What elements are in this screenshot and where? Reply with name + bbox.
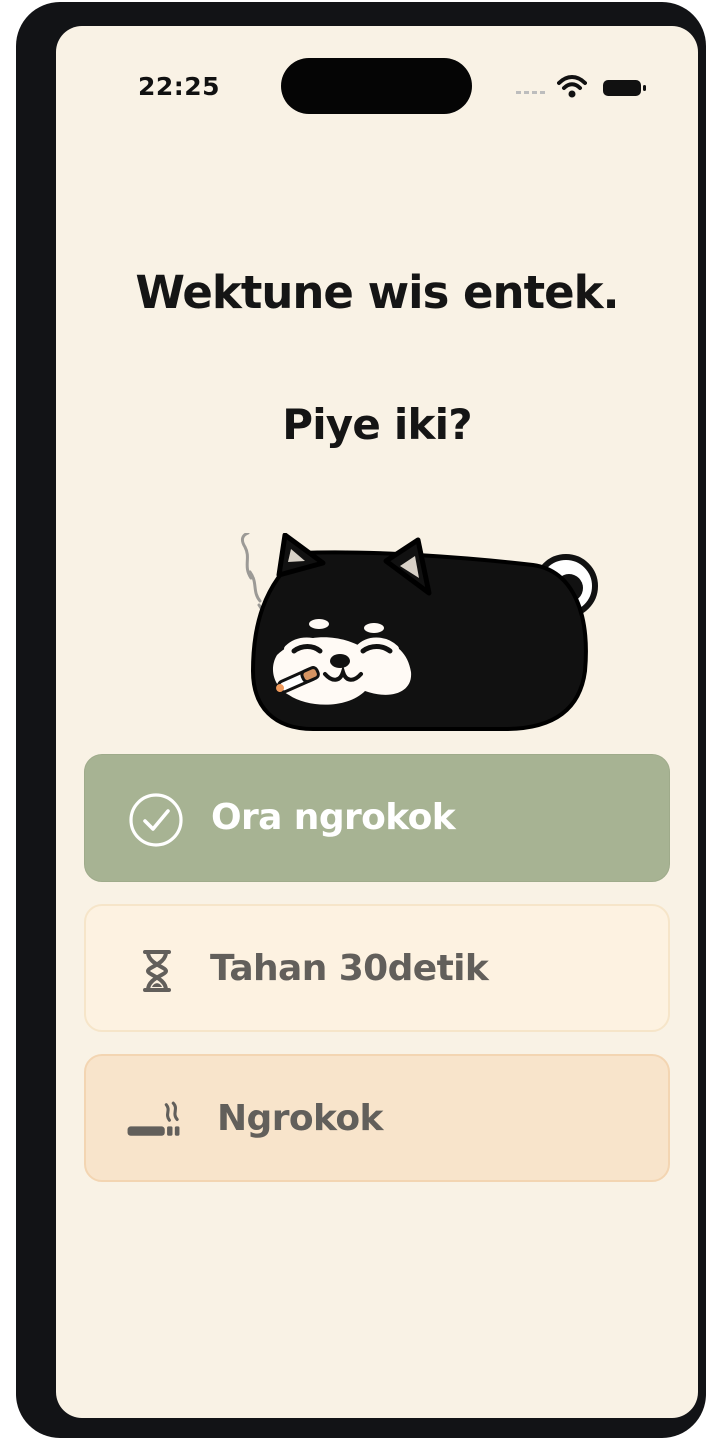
option-smoking-button[interactable]: Ngrokok bbox=[84, 1054, 670, 1182]
dog-nose bbox=[330, 654, 350, 668]
battery-icon bbox=[603, 80, 646, 96]
app-screen: 22:25 Wektune wis entek. Piye iki? Ora n… bbox=[56, 26, 698, 1418]
page-subtitle: Piye iki? bbox=[282, 400, 472, 449]
smoking-dog-mascot bbox=[240, 533, 598, 731]
status-bar-time: 22:25 bbox=[138, 72, 221, 101]
option-no-smoking-button[interactable]: Ora ngrokok bbox=[84, 754, 670, 882]
check-circle-icon bbox=[129, 793, 183, 847]
cigarette-icon bbox=[127, 1101, 180, 1136]
option-hold-30-seconds-label: Tahan 30detik bbox=[210, 948, 489, 989]
dog-brow-right bbox=[364, 623, 384, 633]
dynamic-island bbox=[281, 58, 472, 114]
cellular-signal-icon bbox=[516, 91, 548, 94]
status-bar-indicators bbox=[512, 74, 647, 102]
phone-frame: 22:25 Wektune wis entek. Piye iki? Ora n… bbox=[16, 2, 706, 1438]
option-hold-30-seconds-button[interactable]: Tahan 30detik bbox=[84, 904, 670, 1032]
dog-brow-left bbox=[309, 619, 329, 629]
wifi-icon bbox=[557, 75, 587, 98]
option-no-smoking-label: Ora ngrokok bbox=[211, 797, 456, 838]
page-title: Wektune wis entek. bbox=[135, 266, 619, 319]
hourglass-icon bbox=[143, 950, 171, 992]
option-smoking-label: Ngrokok bbox=[217, 1098, 383, 1139]
